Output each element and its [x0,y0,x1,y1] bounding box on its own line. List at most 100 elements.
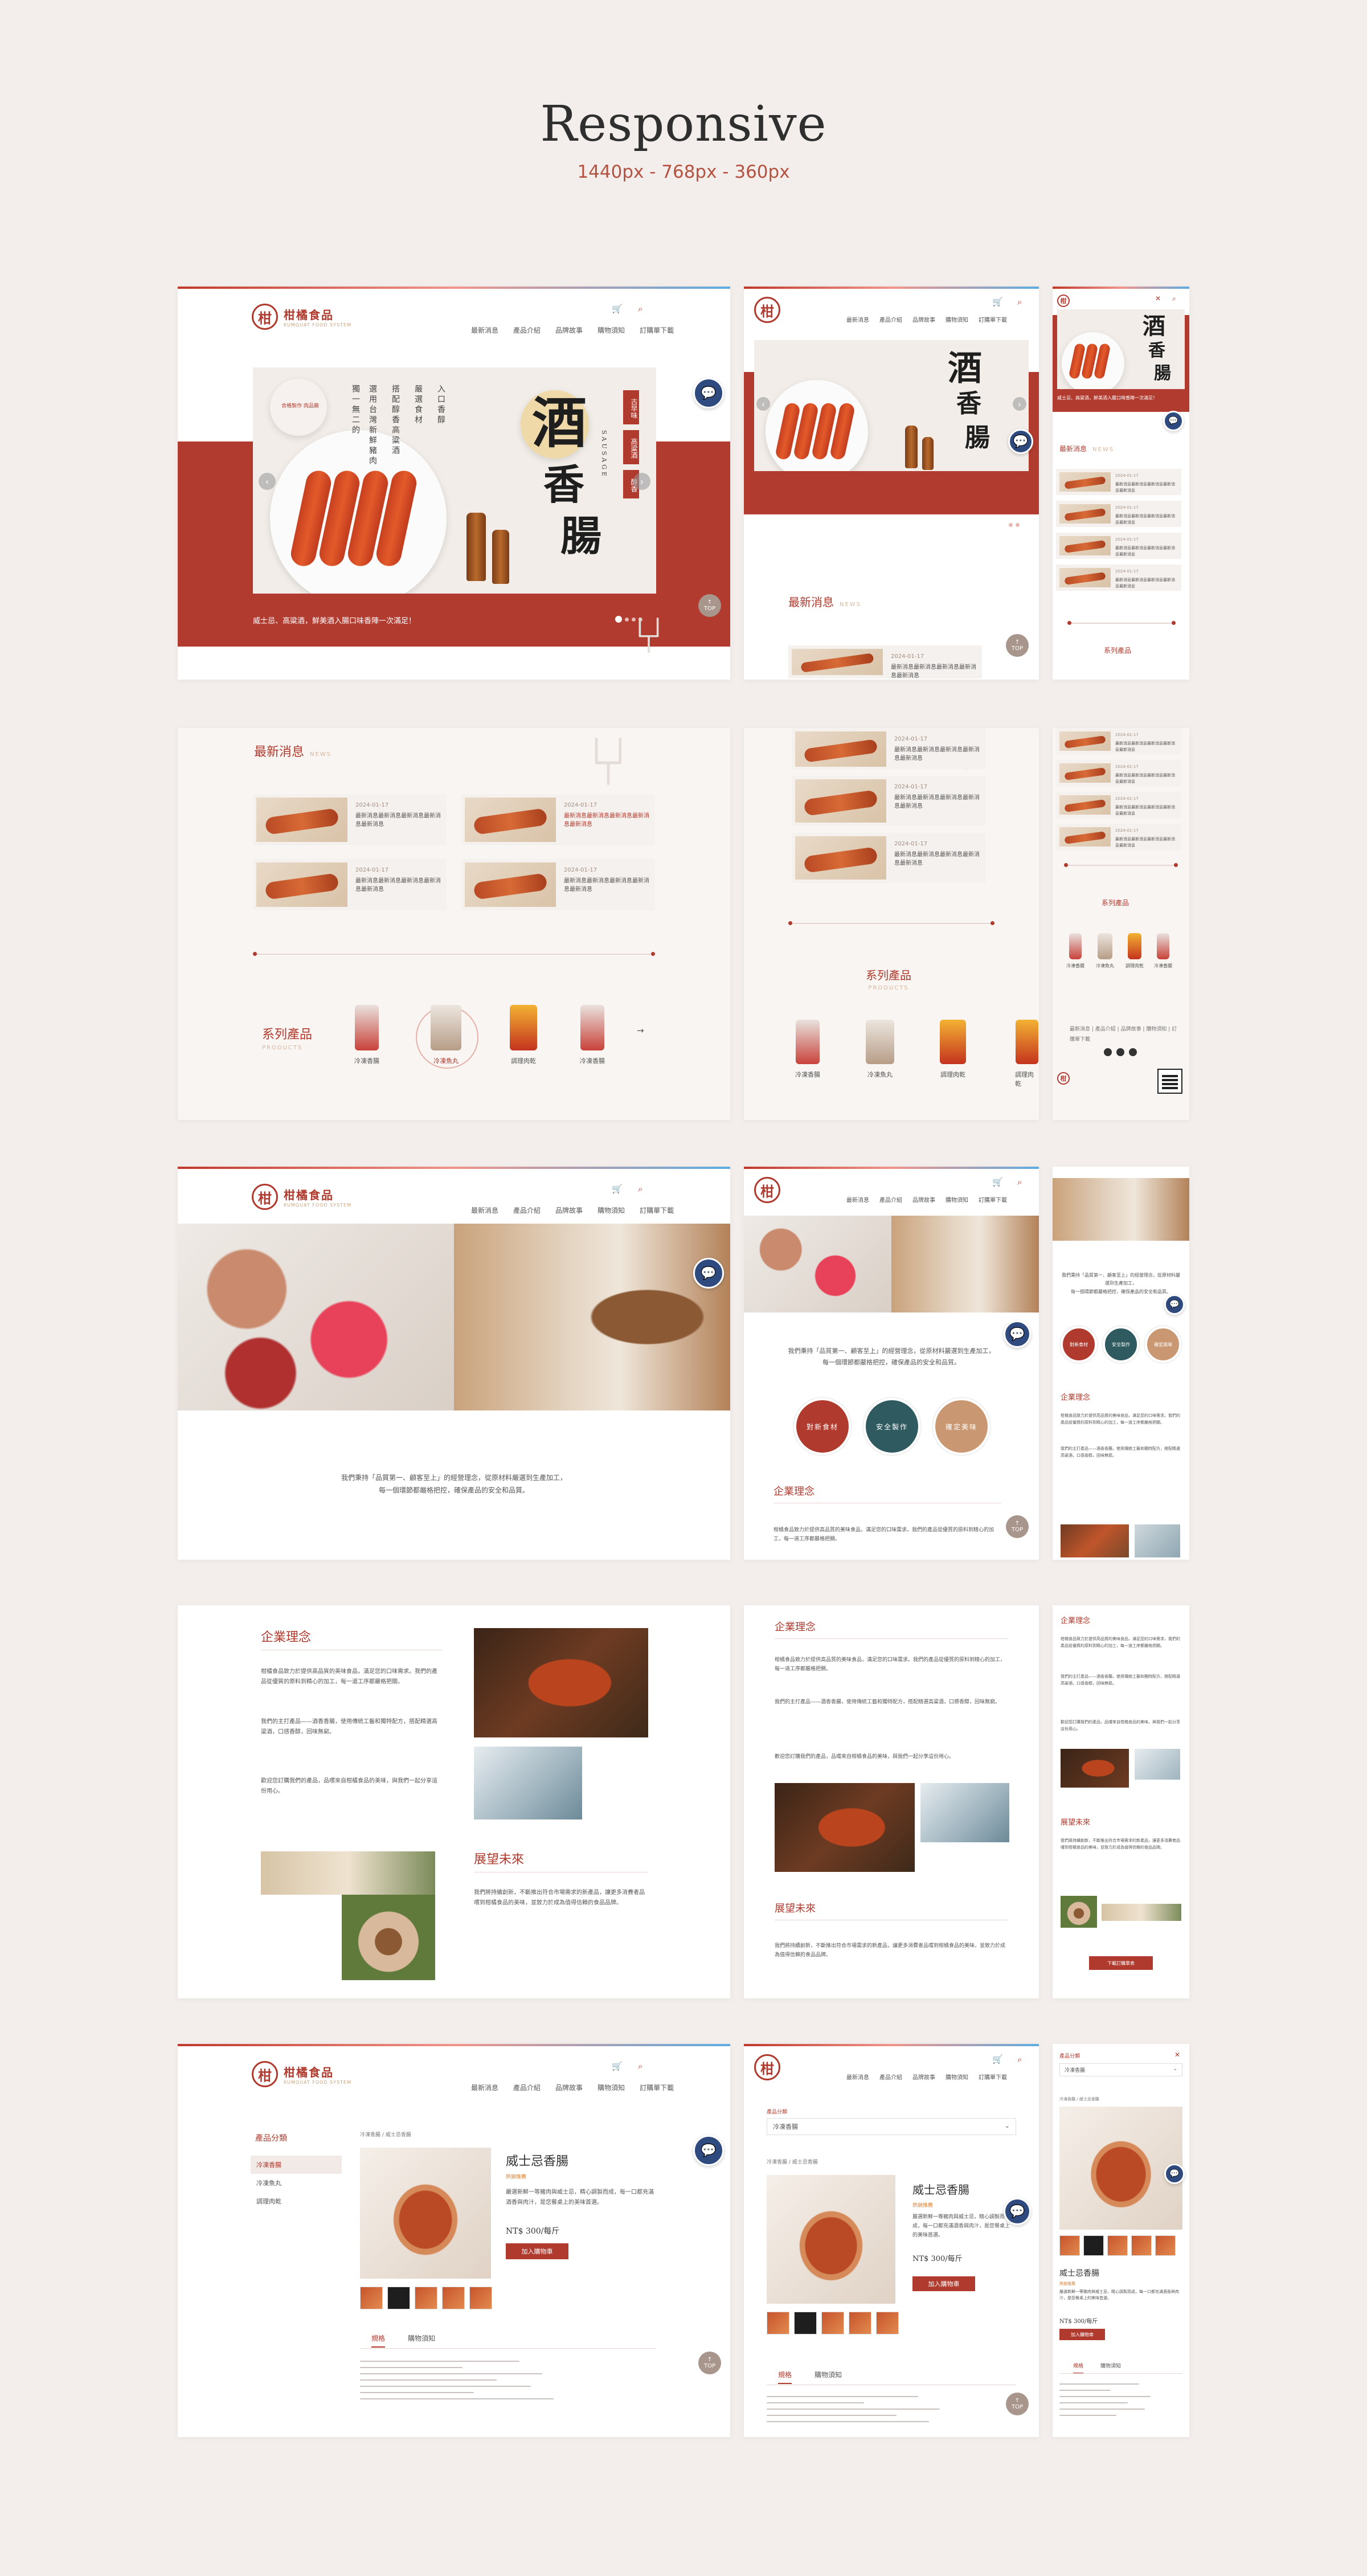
chat-icon[interactable]: 💬 [693,2135,724,2166]
search-icon[interactable]: ⌕ [1017,297,1022,307]
nav-guide[interactable]: 購物須知 [946,315,968,324]
nav-news[interactable]: 最新消息 [846,315,869,324]
nav-order[interactable]: 訂購單下載 [979,315,1007,324]
search-icon[interactable]: ⌕ [1017,1177,1022,1187]
back-to-top-button[interactable]: ↑ TOP [698,2352,721,2374]
next-arrow[interactable]: › [633,473,650,490]
news-item[interactable]: 2024-01-17 最新消息最新消息最新消息最新消息最新消息 [1056,469,1181,495]
search-icon[interactable]: ⌕ [638,1184,642,1194]
nav-story[interactable]: 品牌故事 [912,315,935,324]
logo-mark[interactable]: 柑 [754,2054,780,2080]
product-item[interactable]: 調理肉乾 [510,1005,537,1065]
product-item-active[interactable]: 冷凍魚丸 [431,1005,461,1065]
download-order-form-button[interactable]: 下載訂購單表 [1089,1956,1153,1970]
close-icon[interactable]: ✕ [1155,295,1161,302]
footer-links[interactable]: 最新消息 | 產品介紹 | 品牌故事 | 購物須知 | 訂購單下載 [1070,1024,1178,1045]
news-item[interactable]: 2024-01-17 最新消息最新消息最新消息最新消息最新消息 [1056,501,1181,527]
nav-order[interactable]: 訂購單下載 [979,1195,1007,1204]
nav-guide[interactable]: 購物須知 [946,1195,968,1204]
news-item[interactable]: 2024-01-17 最新消息最新消息最新消息最新消息最新消息 [461,859,655,910]
add-to-cart-button[interactable]: 加入購物車 [506,2243,568,2259]
nav-order[interactable]: 訂購單下載 [979,2072,1007,2081]
breadcrumb[interactable]: 冷凍香腸 / 威士忌香腸 [767,2158,818,2165]
logo[interactable]: 柑 柑橘食品 KUMQUAT FOOD SYSTEM [252,2061,351,2087]
news-item[interactable]: 2024-01-17 最新消息最新消息最新消息最新消息最新消息 [1056,728,1181,754]
product-item[interactable]: 冷凍香腸 [795,1020,820,1079]
chat-icon[interactable]: 💬 [1004,2198,1031,2225]
chat-icon[interactable]: 💬 [1164,1294,1185,1315]
next-arrow[interactable]: › [1013,397,1026,411]
back-to-top-button[interactable]: ↑ TOP [1006,2393,1029,2415]
nav-products[interactable]: 產品介紹 [879,2072,902,2081]
nav-story[interactable]: 品牌故事 [912,1195,935,1204]
tab-spec[interactable]: 規格 [1073,2362,1084,2374]
product-item[interactable]: 冷凍香腸 [354,1005,379,1065]
category-fishball[interactable]: 冷凍魚丸 [251,2174,342,2192]
nav-news[interactable]: 最新消息 [846,1195,869,1204]
nav-story[interactable]: 品牌故事 [912,2072,935,2081]
product-item[interactable]: 冷凍香腸 [580,1005,605,1065]
chat-icon[interactable]: 💬 [1008,429,1033,454]
tab-guide[interactable]: 購物須知 [408,2333,435,2348]
product-thumbnails[interactable] [1059,2235,1176,2256]
nav-products[interactable]: 產品介紹 [513,1205,541,1215]
nav-products[interactable]: 產品介紹 [513,325,541,335]
product-item[interactable]: 調理肉乾 [1015,1020,1039,1088]
social-icons[interactable] [1104,1048,1137,1056]
chat-icon[interactable]: 💬 [693,1258,724,1289]
tab-guide[interactable]: 購物須知 [1100,2362,1121,2374]
category-sausage[interactable]: 冷凍香腸 [251,2156,342,2174]
prev-arrow[interactable]: ‹ [259,473,276,490]
nav-news[interactable]: 最新消息 [846,2072,869,2081]
cart-icon[interactable]: 🛒 [992,1177,1003,1187]
product-item[interactable]: 調理肉乾 [1125,933,1144,969]
nav-story[interactable]: 品牌故事 [555,1205,583,1215]
nav-order[interactable]: 訂購單下載 [640,2083,674,2092]
tab-guide[interactable]: 購物須知 [815,2370,842,2384]
prev-arrow[interactable]: ‹ [756,397,770,411]
logo-mark[interactable]: 柑 [754,1177,780,1203]
carousel-dots[interactable] [999,521,1020,528]
cart-icon[interactable]: 🛒 [992,2054,1003,2064]
add-to-cart-button[interactable]: 加入購物車 [1059,2329,1105,2340]
breadcrumb[interactable]: 冷凍香腸 / 威士忌香腸 [1059,2096,1099,2102]
nav-products[interactable]: 產品介紹 [879,1195,902,1204]
back-to-top-button[interactable]: ↑ TOP [1006,634,1029,657]
search-icon[interactable]: ⌕ [638,304,642,314]
news-item[interactable]: 2024-01-17 最新消息最新消息最新消息最新消息最新消息 [792,776,985,826]
nav-order[interactable]: 訂購單下載 [640,1205,674,1215]
tab-spec[interactable]: 規格 [371,2333,386,2348]
product-thumbnails[interactable] [360,2287,492,2309]
add-to-cart-button[interactable]: 加入購物車 [912,2276,975,2291]
product-item[interactable]: 冷凍魚丸 [1096,933,1114,969]
news-item[interactable]: 2024-01-17 最新消息最新消息最新消息最新消息最新消息 [792,728,985,769]
logo[interactable]: 柑 [754,297,780,323]
news-item[interactable]: 2024-01-17 最新消息最新消息最新消息最新消息最新消息 [253,859,447,910]
news-item[interactable]: 2024-01-17 最新消息最新消息最新消息最新消息最新消息 [1056,533,1181,559]
news-item-hover[interactable]: 2024-01-17 最新消息最新消息最新消息最新消息最新消息 [461,794,655,845]
logo-mark[interactable]: 柑 [1057,295,1070,307]
search-icon[interactable]: ⌕ [638,2061,642,2071]
cart-icon[interactable]: 🛒 [612,304,623,314]
nav-news[interactable]: 最新消息 [471,325,498,335]
logo[interactable]: 柑 柑橘食品 KUMQUAT FOOD SYSTEM [252,1184,351,1210]
chat-icon[interactable]: 💬 [1163,411,1184,431]
product-thumbnails[interactable] [767,2312,899,2334]
arrow-right-icon[interactable]: → [637,1025,644,1036]
category-select[interactable]: 冷凍香腸 ⌄ [767,2118,1016,2135]
chat-icon[interactable]: 💬 [1164,2164,1185,2184]
news-item[interactable]: 2024-01-17 最新消息最新消息最新消息最新消息最新消息 [1056,792,1181,818]
news-item[interactable]: 2024-01-17 最新消息最新消息最新消息最新消息最新消息 [253,794,447,845]
nav-guide[interactable]: 購物須知 [597,1205,625,1215]
cart-icon[interactable]: 🛒 [992,297,1003,307]
product-item[interactable]: 冷凍香腸 [1154,933,1172,969]
news-item[interactable]: 2024-01-17 最新消息最新消息最新消息最新消息最新消息 [788,645,982,679]
nav-story[interactable]: 品牌故事 [555,325,583,335]
nav-guide[interactable]: 購物須知 [597,2083,625,2092]
nav-guide[interactable]: 購物須知 [597,325,625,335]
chat-icon[interactable]: 💬 [693,378,724,408]
product-item[interactable]: 冷凍魚丸 [866,1020,894,1079]
nav-news[interactable]: 最新消息 [471,2083,498,2092]
back-to-top-button[interactable]: ↑ TOP [1006,1515,1029,1538]
cart-icon[interactable]: 🛒 [612,2061,623,2071]
